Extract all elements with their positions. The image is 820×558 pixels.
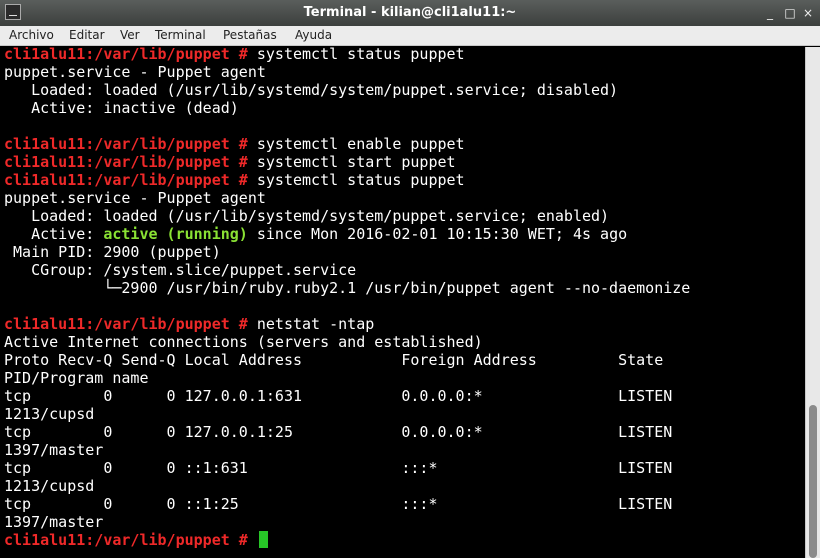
command-text: systemctl status puppet bbox=[256, 47, 465, 63]
output-text: tcp 0 0 ::1:631 :::* LISTEN bbox=[4, 459, 673, 477]
output-text: tcp 0 0 ::1:25 :::* LISTEN bbox=[4, 495, 673, 513]
terminal-line: Loaded: loaded (/usr/lib/systemd/system/… bbox=[4, 207, 609, 225]
terminal-line: tcp 0 0 127.0.0.1:25 0.0.0.0:* LISTEN bbox=[4, 423, 672, 441]
terminal-line: tcp 0 0 127.0.0.1:631 0.0.0.0:* LISTEN bbox=[4, 387, 672, 405]
terminal-line: Proto Recv-Q Send-Q Local Address Foreig… bbox=[4, 351, 663, 369]
menu-bar: Archivo Editar Ver Terminal Pestañas Ayu… bbox=[0, 26, 820, 46]
terminal-line: puppet.service - Puppet agent bbox=[4, 63, 266, 81]
terminal-line: 1397/master bbox=[4, 441, 103, 459]
shell-prompt: cli1alu11:/var/lib/puppet # bbox=[4, 47, 248, 63]
terminal-line: cli1alu11:/var/lib/puppet # netstat -nta… bbox=[4, 315, 374, 333]
shell-prompt: cli1alu11:/var/lib/puppet # bbox=[4, 135, 248, 153]
terminal-line: tcp 0 0 ::1:631 :::* LISTEN bbox=[4, 459, 672, 477]
terminal-line: Main PID: 2900 (puppet) bbox=[4, 243, 221, 261]
output-text: Active Internet connections (servers and… bbox=[4, 333, 483, 351]
command-text: systemctl start puppet bbox=[256, 153, 456, 171]
terminal-line: cli1alu11:/var/lib/puppet # systemctl st… bbox=[4, 47, 465, 63]
output-text: 1213/cupsd bbox=[4, 477, 95, 495]
terminal-line: 1397/master bbox=[4, 513, 103, 531]
terminal-line: cli1alu11:/var/lib/puppet # systemctl en… bbox=[4, 135, 465, 153]
output-text: puppet.service - Puppet agent bbox=[4, 189, 266, 207]
text-cursor bbox=[258, 531, 268, 548]
close-button[interactable]: × bbox=[800, 5, 816, 21]
menu-pestanas[interactable]: Pestañas bbox=[223, 28, 277, 42]
terminal-output[interactable]: cli1alu11:/var/lib/puppet # systemctl st… bbox=[0, 47, 805, 558]
window-title: Terminal - kilian@cli1alu11:~ bbox=[303, 5, 517, 20]
menu-terminal[interactable]: Terminal bbox=[155, 28, 206, 42]
terminal-line: PID/Program name bbox=[4, 369, 149, 387]
menu-ayuda[interactable]: Ayuda bbox=[295, 28, 332, 42]
output-text: Active: bbox=[4, 225, 104, 243]
maximize-button[interactable]: □ bbox=[782, 5, 798, 21]
shell-prompt: cli1alu11:/var/lib/puppet # bbox=[4, 531, 248, 549]
terminal-line: Loaded: loaded (/usr/lib/systemd/system/… bbox=[4, 81, 618, 99]
shell-prompt: cli1alu11:/var/lib/puppet # bbox=[4, 315, 248, 333]
title-bar[interactable]: Terminal - kilian@cli1alu11:~ _ □ × bbox=[0, 0, 820, 26]
shell-prompt: cli1alu11:/var/lib/puppet # bbox=[4, 153, 248, 171]
terminal-line: 1213/cupsd bbox=[4, 477, 94, 495]
scrollbar-thumb[interactable] bbox=[809, 405, 817, 558]
output-text: Active: inactive (dead) bbox=[4, 99, 239, 117]
output-text: Loaded: loaded (/usr/lib/systemd/system/… bbox=[4, 207, 610, 225]
output-text: Proto Recv-Q Send-Q Local Address Foreig… bbox=[4, 351, 664, 369]
command-text: systemctl enable puppet bbox=[256, 135, 465, 153]
terminal-line: puppet.service - Puppet agent bbox=[4, 189, 266, 207]
terminal-line: 1213/cupsd bbox=[4, 405, 94, 423]
menu-ver[interactable]: Ver bbox=[120, 28, 140, 42]
terminal-line: Active: inactive (dead) bbox=[4, 99, 239, 117]
output-text: └─2900 /usr/bin/ruby.ruby2.1 /usr/bin/pu… bbox=[4, 279, 691, 297]
terminal-line: └─2900 /usr/bin/ruby.ruby2.1 /usr/bin/pu… bbox=[4, 279, 690, 297]
output-text: puppet.service - Puppet agent bbox=[4, 63, 266, 81]
status-active-text: active (running) bbox=[103, 225, 248, 243]
output-text: 1397/master bbox=[4, 513, 104, 531]
output-text: 1213/cupsd bbox=[4, 405, 95, 423]
output-text: tcp 0 0 127.0.0.1:25 0.0.0.0:* LISTEN bbox=[4, 423, 673, 441]
output-text: since Mon 2016-02-01 10:15:30 WET; 4s ag… bbox=[247, 225, 628, 243]
output-text: 1397/master bbox=[4, 441, 104, 459]
minimize-button[interactable]: _ bbox=[762, 5, 778, 21]
output-text: CGroup: /system.slice/puppet.service bbox=[4, 261, 357, 279]
terminal-line: tcp 0 0 ::1:25 :::* LISTEN bbox=[4, 495, 672, 513]
terminal-line: Active: active (running) since Mon 2016-… bbox=[4, 225, 627, 243]
command-text: systemctl status puppet bbox=[256, 171, 465, 189]
terminal-line: cli1alu11:/var/lib/puppet # systemctl st… bbox=[4, 171, 465, 189]
terminal-line: Active Internet connections (servers and… bbox=[4, 333, 483, 351]
menu-archivo[interactable]: Archivo bbox=[9, 28, 54, 42]
terminal-line: CGroup: /system.slice/puppet.service bbox=[4, 261, 356, 279]
output-text: tcp 0 0 127.0.0.1:631 0.0.0.0:* LISTEN bbox=[4, 387, 673, 405]
menu-editar[interactable]: Editar bbox=[69, 28, 105, 42]
output-text: Main PID: 2900 (puppet) bbox=[4, 243, 221, 261]
shell-prompt: cli1alu11:/var/lib/puppet # bbox=[4, 171, 248, 189]
output-text: Loaded: loaded (/usr/lib/systemd/system/… bbox=[4, 81, 619, 99]
terminal-window: Terminal - kilian@cli1alu11:~ _ □ × Arch… bbox=[0, 0, 820, 558]
scrollbar[interactable] bbox=[805, 47, 820, 558]
command-text: netstat -ntap bbox=[256, 315, 375, 333]
terminal-line: cli1alu11:/var/lib/puppet # bbox=[4, 531, 268, 549]
terminal-line: cli1alu11:/var/lib/puppet # systemctl st… bbox=[4, 153, 456, 171]
output-text: PID/Program name bbox=[4, 369, 149, 387]
